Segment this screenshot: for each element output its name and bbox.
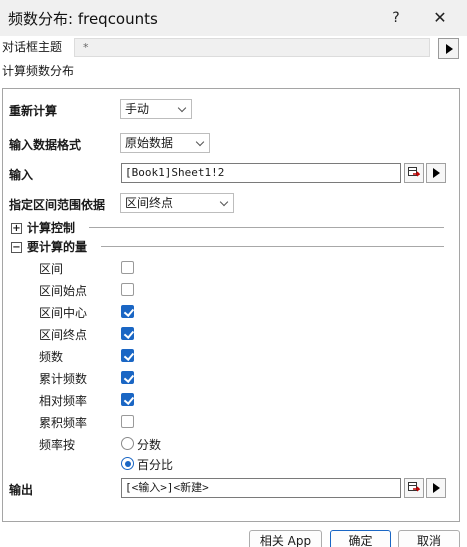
quantities-label[interactable]: 要计算的量 — [27, 238, 87, 255]
range-basis-label: 指定区间范围依据 — [9, 198, 106, 212]
play-arrow-icon — [446, 44, 453, 54]
input-menu-button[interactable] — [426, 163, 446, 183]
dialog-description: 计算频数分布 — [2, 64, 75, 78]
quantities-collapse-icon[interactable]: − — [11, 242, 22, 253]
quantity-bin-end-checkbox[interactable] — [121, 327, 134, 340]
quantity-cumulative-freq-label: 累积频率 — [39, 416, 88, 430]
dialog-theme-field[interactable]: * — [74, 38, 430, 57]
range-picker-icon — [408, 167, 420, 177]
input-label: 输入 — [9, 168, 34, 182]
quantity-bin-center-checkbox[interactable] — [121, 305, 134, 318]
compute-control-label[interactable]: 计算控制 — [27, 219, 75, 236]
quantity-bin-checkbox[interactable] — [121, 261, 134, 274]
chevron-down-icon — [195, 137, 205, 147]
quantity-relative-freq-label: 相对频率 — [39, 394, 88, 408]
quantity-cumulative-count-label: 累计频数 — [39, 372, 88, 386]
quantity-bin-start-label: 区间始点 — [39, 284, 88, 298]
quantity-relative-freq-checkbox[interactable] — [121, 393, 134, 406]
quantity-cumulative-freq-checkbox[interactable] — [121, 415, 134, 428]
window-title: 频数分布: freqcounts — [8, 10, 158, 28]
output-label: 输出 — [9, 483, 34, 497]
help-button[interactable]: ? — [382, 6, 410, 30]
quantity-bin-start-checkbox[interactable] — [121, 283, 134, 296]
input-format-select[interactable]: 原始数据 — [120, 133, 210, 153]
freq-by-label: 频率按 — [39, 438, 76, 452]
chevron-down-icon — [219, 197, 229, 207]
range-basis-select[interactable]: 区间终点 — [120, 193, 234, 213]
quantity-count-label: 频数 — [39, 350, 64, 364]
section-divider — [101, 246, 444, 247]
close-button[interactable]: ✕ — [426, 6, 454, 30]
related-app-button[interactable]: 相关 App — [249, 530, 322, 547]
freq-by-fraction-label[interactable]: 分数 — [137, 436, 161, 453]
compute-control-expand-icon[interactable]: + — [11, 223, 22, 234]
cancel-button[interactable]: 取消 — [398, 530, 460, 547]
output-range-picker-button[interactable] — [404, 478, 424, 498]
freq-by-fraction-radio[interactable] — [121, 437, 134, 450]
theme-menu-button[interactable] — [438, 38, 459, 59]
section-divider — [89, 227, 444, 228]
output-range-field[interactable]: [<输入>]<新建> — [121, 478, 401, 498]
recalc-value: 手动 — [125, 102, 150, 116]
quantity-count-checkbox[interactable] — [121, 349, 134, 362]
quantity-bin-center-label: 区间中心 — [39, 306, 88, 320]
dialog-theme-label: 对话框主题 — [2, 40, 63, 54]
recalc-label: 重新计算 — [9, 104, 58, 118]
output-menu-button[interactable] — [426, 478, 446, 498]
chevron-down-icon — [177, 103, 187, 113]
input-format-label: 输入数据格式 — [9, 138, 82, 152]
range-picker-icon — [408, 482, 420, 492]
quantity-bin-label: 区间 — [39, 262, 64, 276]
ok-button[interactable]: 确定 — [330, 530, 391, 547]
range-basis-value: 区间终点 — [125, 196, 174, 210]
title-bar: 频数分布: freqcounts ? ✕ — [0, 0, 467, 36]
play-arrow-icon — [433, 168, 440, 178]
recalc-select[interactable]: 手动 — [120, 99, 192, 119]
quantity-cumulative-count-checkbox[interactable] — [121, 371, 134, 384]
freq-by-percent-label[interactable]: 百分比 — [137, 456, 173, 473]
quantity-bin-end-label: 区间终点 — [39, 328, 88, 342]
settings-panel: 重新计算 手动 输入数据格式 原始数据 输入 [Book1]Sheet1!2 指… — [2, 88, 460, 522]
input-range-picker-button[interactable] — [404, 163, 424, 183]
input-format-value: 原始数据 — [125, 136, 174, 150]
play-arrow-icon — [433, 483, 440, 493]
freq-by-percent-radio[interactable] — [121, 457, 134, 470]
input-range-field[interactable]: [Book1]Sheet1!2 — [121, 163, 401, 183]
